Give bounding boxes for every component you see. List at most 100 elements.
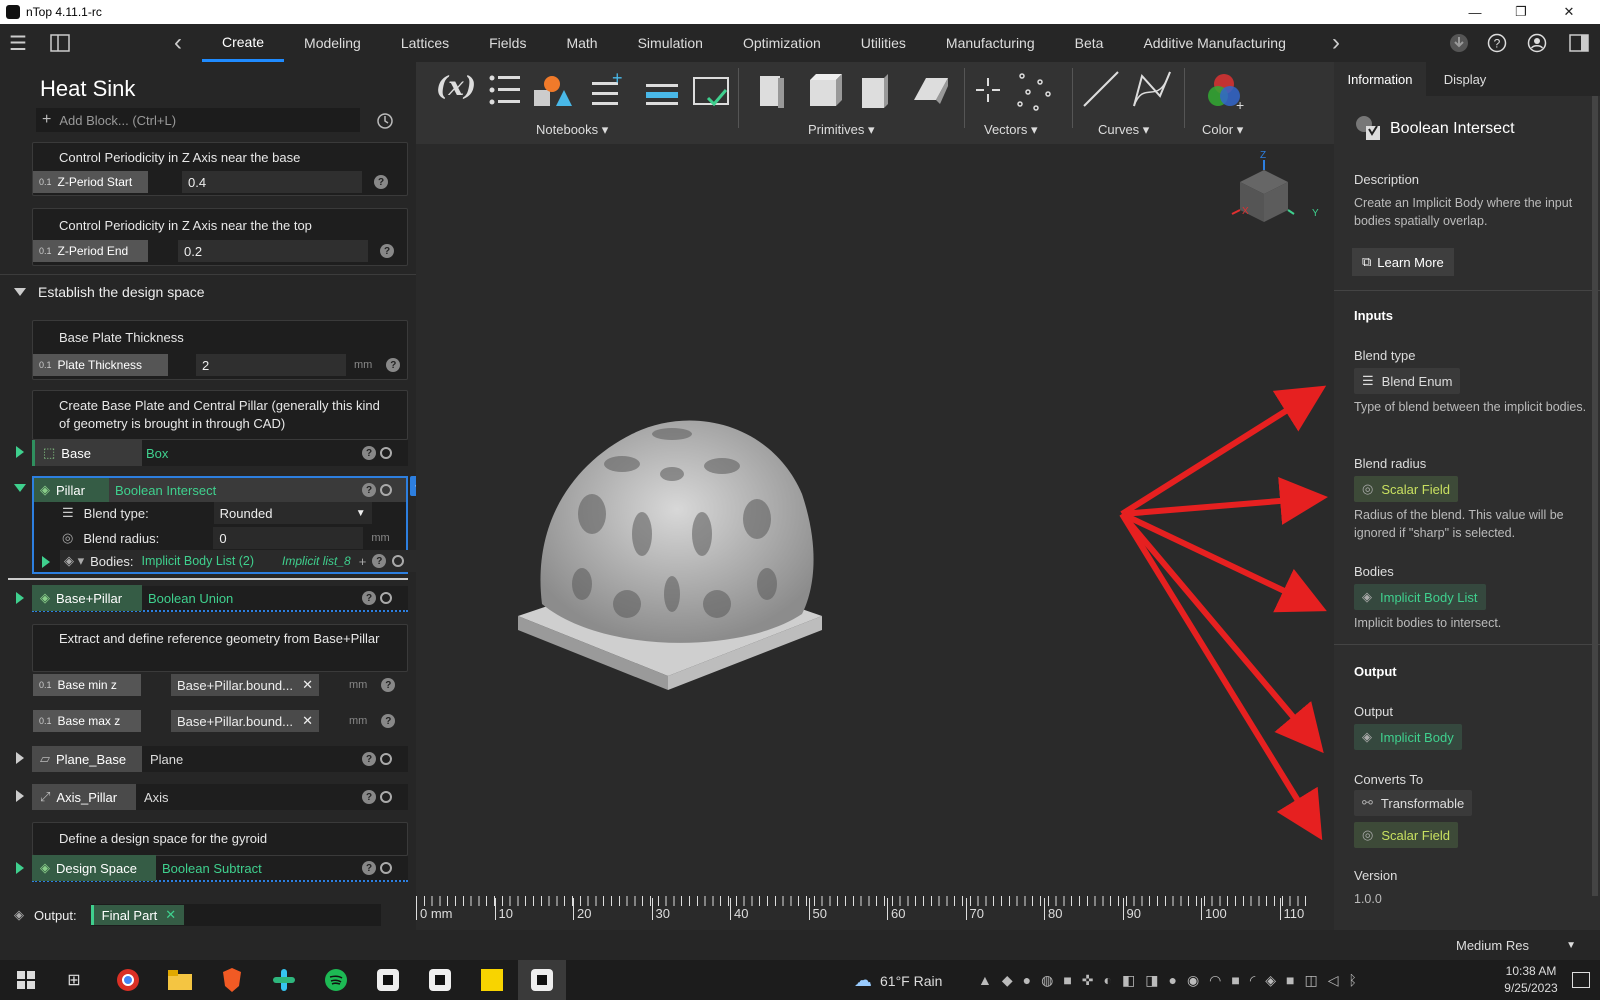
spotify-icon[interactable] (314, 960, 358, 1000)
account-icon[interactable] (1526, 32, 1548, 54)
tab-simulation[interactable]: Simulation (618, 24, 723, 62)
system-tray[interactable]: ▲ ◆ ● ◍ ■ ✜ ◐ ◧ ◨ ● ◉ ◠ ■ ◜ ◈ ■ ◫ ◁ ᛒ (978, 972, 1357, 989)
sticky-notes-icon[interactable] (470, 960, 514, 1000)
scalar-type-badge[interactable]: 0.1 Plate Thickness (33, 354, 168, 376)
help-icon[interactable]: ? (374, 175, 388, 189)
windows-start-icon[interactable] (4, 960, 48, 1000)
plus-icon[interactable]: + (359, 554, 367, 569)
download-icon[interactable] (1448, 32, 1470, 54)
ntop-icon[interactable] (366, 960, 410, 1000)
implicit-body-list-chip[interactable]: ◈ Implicit Body List (1354, 584, 1486, 610)
zend-value-input[interactable]: 0.2 (178, 240, 368, 262)
nvidia-icon[interactable]: ◆ (1002, 972, 1013, 989)
help-icon[interactable]: ? (1486, 32, 1508, 54)
base-block[interactable]: ⬚ Base Box ? (32, 440, 408, 466)
right-panel-toggle-icon[interactable] (1568, 32, 1590, 54)
expand-icon[interactable] (42, 556, 50, 568)
tab-math[interactable]: Math (546, 24, 617, 62)
visibility-icon[interactable] (380, 447, 392, 459)
learn-more-button[interactable]: ⧉ Learn More (1352, 248, 1454, 276)
ntop-icon[interactable] (418, 960, 462, 1000)
bluetooth-icon[interactable]: ᛒ (1349, 972, 1357, 989)
visibility-icon[interactable] (380, 484, 392, 496)
file-explorer-icon[interactable] (158, 960, 202, 1000)
blend-enum-chip[interactable]: ☰ Blend Enum (1354, 368, 1461, 394)
curves-menu[interactable]: Curves ▾ (1098, 122, 1149, 138)
remove-icon[interactable]: ✕ (302, 677, 313, 693)
implicit-body-chip[interactable]: ◈ Implicit Body (1354, 724, 1462, 750)
expand-icon[interactable] (16, 752, 24, 764)
expand-icon[interactable] (16, 592, 24, 604)
app-icon[interactable]: ◍ (1041, 972, 1053, 989)
tabs-prev-button[interactable]: ‹ (168, 29, 188, 56)
app-icon[interactable]: ■ (1286, 972, 1294, 989)
close-button[interactable]: ✕ (1546, 0, 1592, 24)
notebook-icons[interactable]: + (486, 70, 786, 116)
help-icon[interactable]: ? (362, 752, 376, 766)
task-view-icon[interactable]: ⊞ (52, 960, 96, 1000)
remove-icon[interactable]: ✕ (165, 907, 176, 923)
resolution-select[interactable]: Medium Res ▼ (1456, 934, 1576, 956)
visibility-icon[interactable] (380, 592, 392, 604)
weather-widget[interactable]: ☁ 61°F Rain (854, 970, 942, 991)
help-icon[interactable]: ? (362, 790, 376, 804)
color-menu[interactable]: Color ▾ (1202, 122, 1243, 138)
scalar-field-chip[interactable]: ◎ Scalar Field (1354, 476, 1458, 502)
visibility-icon[interactable] (380, 791, 392, 803)
output-field[interactable]: Final Part ✕ (90, 904, 381, 926)
min-z-reference[interactable]: Base+Pillar.bound... ✕ (171, 674, 319, 696)
notebooks-menu[interactable]: Notebooks ▾ (536, 122, 608, 138)
base-pillar-block[interactable]: ◈ Base+Pillar Boolean Union ? (32, 585, 408, 612)
collapse-icon[interactable] (14, 288, 26, 296)
scrollbar[interactable] (1592, 96, 1598, 896)
pillar-header[interactable]: ◈ Pillar Boolean Intersect ? (34, 478, 406, 502)
help-icon[interactable]: ? (362, 861, 376, 875)
app-icon[interactable]: ◐ (1104, 972, 1112, 989)
expand-icon[interactable] (16, 862, 24, 874)
variable-icon[interactable]: (x) (436, 72, 476, 102)
refresh-icon[interactable] (376, 112, 394, 130)
tab-create[interactable]: Create (202, 24, 285, 62)
expand-icon[interactable] (16, 446, 24, 458)
scalar-field-chip[interactable]: ◎ Scalar Field (1354, 822, 1458, 848)
vectors-menu[interactable]: Vectors ▾ (984, 122, 1038, 138)
max-z-reference[interactable]: Base+Pillar.bound... ✕ (171, 710, 319, 732)
add-block-input[interactable]: + Add Block... (Ctrl+L) (36, 108, 360, 132)
tab-manufacturing[interactable]: Manufacturing (926, 24, 1055, 62)
remove-icon[interactable]: ✕ (302, 713, 313, 729)
help-icon[interactable]: ? (386, 358, 401, 372)
tab-optimization[interactable]: Optimization (723, 24, 841, 62)
collapse-icon[interactable] (14, 484, 26, 492)
plate-value-input[interactable]: 2 (196, 354, 346, 376)
visibility-icon[interactable] (392, 555, 405, 567)
wifi-icon[interactable]: ◜ (1250, 972, 1255, 989)
zstart-value-input[interactable]: 0.4 (182, 171, 362, 193)
notifications-icon[interactable] (1572, 972, 1590, 988)
app-icon[interactable]: ◫ (1305, 972, 1318, 989)
panel-toggle-icon[interactable] (48, 32, 72, 54)
hamburger-menu-icon[interactable]: ☰ (6, 32, 30, 55)
expand-icon[interactable] (16, 790, 24, 802)
design-space-block[interactable]: ◈ Design Space Boolean Subtract ? (32, 855, 408, 882)
primitives-menu[interactable]: Primitives ▾ (808, 122, 874, 138)
vector-icons[interactable] (972, 70, 1066, 116)
color-icon[interactable]: + (1204, 70, 1250, 116)
help-icon[interactable]: ? (362, 483, 376, 497)
tab-fields[interactable]: Fields (469, 24, 546, 62)
scalar-type-badge[interactable]: 0.1 Base max z (33, 710, 141, 732)
tab-lattices[interactable]: Lattices (381, 24, 469, 62)
bodies-row[interactable]: ◈ ▾ Bodies: Implicit Body List (2) Impli… (60, 550, 416, 572)
3d-viewport[interactable]: Z X Y 0 mm 10 20 30 40 50 60 70 80 90 100 110 (416, 144, 1334, 930)
help-icon[interactable]: ? (362, 591, 376, 605)
app-icon[interactable]: ● (1168, 972, 1176, 989)
app-icon[interactable]: ◨ (1145, 972, 1158, 989)
app-icon[interactable]: ■ (1063, 972, 1071, 989)
plane-block[interactable]: ▱ Plane_Base Plane ? (32, 746, 408, 772)
chrome-icon[interactable] (106, 960, 150, 1000)
brave-icon[interactable] (210, 960, 254, 1000)
section-title[interactable]: Establish the design space (38, 284, 205, 300)
app-icon[interactable]: ✜ (1082, 972, 1094, 989)
clock[interactable]: 10:38 AM 9/25/2023 (1496, 963, 1566, 997)
tabs-next-button[interactable]: › (1326, 29, 1346, 56)
app-icon[interactable]: ◧ (1122, 972, 1135, 989)
